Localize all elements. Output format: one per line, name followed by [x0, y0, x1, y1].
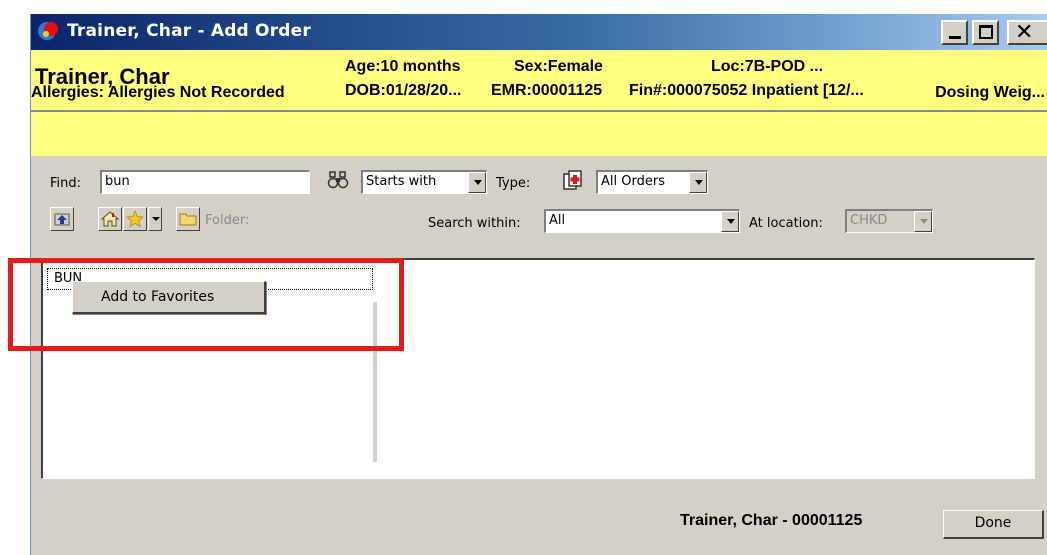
- up-folder-button[interactable]: [50, 207, 74, 231]
- order-type-value: All Orders: [601, 174, 665, 189]
- chevron-down-icon: [152, 217, 160, 221]
- patient-banner: Trainer, Char Age:10 months Sex:Female L…: [31, 50, 1047, 156]
- patient-sex: Sex:Female: [514, 58, 603, 75]
- type-label: Type:: [496, 176, 531, 191]
- binoculars-icon[interactable]: [327, 170, 349, 190]
- search-within-select[interactable]: All: [544, 209, 740, 233]
- title-bar[interactable]: Trainer, Char - Add Order ✕: [31, 14, 1047, 50]
- chevron-down-icon[interactable]: [468, 172, 486, 193]
- search-within-value: All: [549, 213, 566, 228]
- favorites-button[interactable]: [123, 207, 147, 231]
- order-type-icon: [563, 170, 582, 190]
- home-icon: [101, 211, 119, 227]
- maximize-button[interactable]: [972, 20, 999, 45]
- minimize-icon: [949, 36, 961, 39]
- done-button[interactable]: Done: [943, 510, 1044, 539]
- patient-emr: EMR:00001125: [491, 82, 603, 99]
- at-location-select: CHKD: [845, 209, 933, 233]
- minimize-button[interactable]: [941, 20, 968, 45]
- folder-label: Folder:: [205, 213, 250, 228]
- chevron-down-icon: [914, 211, 932, 232]
- close-icon: ✕: [1015, 20, 1034, 45]
- patient-dob: DOB:01/28/20...: [345, 82, 462, 99]
- up-folder-icon: [54, 213, 70, 226]
- patient-location: Loc:7B-POD ...: [711, 58, 824, 75]
- at-location-value: CHKD: [850, 213, 888, 228]
- patient-fin: Fin#:000075052 Inpatient [12/...: [629, 82, 864, 99]
- annotation-highlight-box: [8, 258, 404, 351]
- dosing-weight-text: Dosing Weig...: [935, 84, 1045, 101]
- match-mode-select[interactable]: Starts with: [361, 170, 487, 194]
- match-mode-value: Starts with: [366, 174, 437, 189]
- close-button[interactable]: ✕: [1007, 20, 1047, 45]
- allergies-text: Allergies: Allergies Not Recorded: [31, 84, 285, 101]
- favorites-star-icon: [126, 210, 144, 228]
- order-type-select[interactable]: All Orders: [596, 170, 708, 194]
- chevron-down-icon[interactable]: [689, 172, 707, 193]
- find-label: Find:: [50, 176, 82, 191]
- folder-icon: [179, 213, 197, 226]
- folder-button[interactable]: [176, 207, 200, 231]
- at-location-label: At location:: [749, 216, 823, 231]
- chevron-down-icon[interactable]: [721, 211, 739, 232]
- patient-age: Age:10 months: [345, 58, 461, 75]
- footer-patient-id: Trainer, Char - 00001125: [680, 512, 863, 529]
- maximize-icon: [979, 25, 993, 39]
- banner-divider: [31, 110, 1047, 112]
- favorites-dropdown[interactable]: [148, 207, 162, 231]
- window-title: Trainer, Char - Add Order: [67, 21, 311, 41]
- home-button[interactable]: [98, 207, 122, 231]
- app-logo-icon: [38, 22, 58, 40]
- search-within-label: Search within:: [428, 216, 521, 231]
- find-input[interactable]: bun: [100, 170, 310, 194]
